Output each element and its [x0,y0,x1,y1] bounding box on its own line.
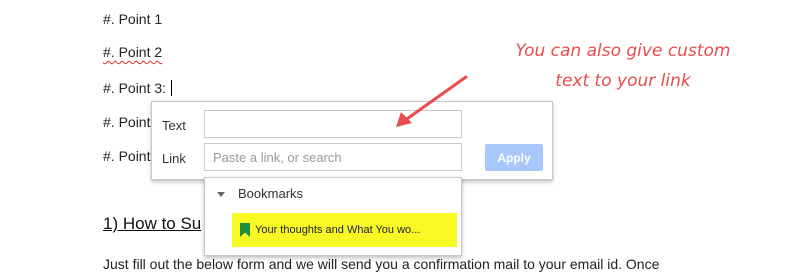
link-input[interactable]: Paste a link, or search [204,143,462,171]
doc-line-point-2-text: #. Point 2 [103,44,163,60]
text-input[interactable] [204,110,462,138]
bookmark-item-label: Your thoughts and What You wo... [255,224,421,236]
bookmark-icon [240,223,250,237]
annotation-line-2: text to your link [555,71,691,91]
body-paragraph: Just fill out the below form and we will… [103,256,660,272]
section-heading: 1) How to Su [103,214,202,233]
collapse-triangle-icon[interactable] [217,192,225,197]
apply-button[interactable]: Apply [485,144,543,171]
link-label: Link [162,151,186,166]
doc-line-point-1: #. Point 1 [103,11,163,27]
annotation-callout: You can also give custom text to your li… [463,36,783,96]
bookmarks-heading[interactable]: Bookmarks [238,186,303,201]
annotation-line-1: You can also give custom [515,41,731,61]
text-cursor [171,80,172,96]
doc-line-point-5: #. Point [103,148,151,164]
doc-line-point-2: #. Point 2 [103,44,162,60]
bookmarks-dropdown: Bookmarks Your thoughts and What You wo.… [204,177,462,256]
doc-line-point-4: #. Point [103,114,151,130]
text-label: Text [162,118,186,133]
link-dialog: Text Link Paste a link, or search Apply [151,101,553,180]
doc-line-point-3: #. Point 3: [103,80,167,96]
bookmark-item[interactable]: Your thoughts and What You wo... [232,213,457,247]
